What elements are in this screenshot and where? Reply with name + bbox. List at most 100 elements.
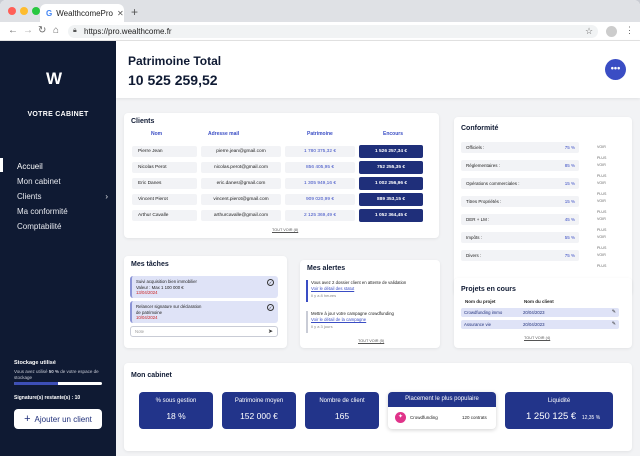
alertes-title: Mes alertes <box>307 265 346 272</box>
alert-item[interactable]: Mettre à jour votre campagne crowdfundin… <box>306 311 434 335</box>
storage-text: Vous avez utilisé 50 % de votre espace d… <box>14 369 106 381</box>
profile-avatar[interactable] <box>606 26 617 37</box>
client-email: pierre.jean@gmail.com <box>201 146 281 157</box>
client-patrimoine: 2 125 369,49 € <box>285 210 355 221</box>
conformite-see-more-link[interactable]: VOIR PLUS <box>597 250 606 272</box>
forward-icon[interactable]: → <box>23 25 33 36</box>
table-row[interactable]: Eric Danes eric.danes@gmail.com 1 305 94… <box>132 177 437 190</box>
task-note-input[interactable]: Note ➤ <box>130 326 278 337</box>
sidebar-item-mon-cabinet[interactable]: Mon cabinet <box>17 174 112 189</box>
column-header-projet: Nom du projet <box>465 299 496 304</box>
table-row[interactable]: Pierre Jean pierre.jean@gmail.com 1 780 … <box>132 145 437 158</box>
send-icon[interactable]: ➤ <box>268 327 273 337</box>
conformite-label: Officiels : <box>461 142 579 153</box>
signatures-value: 10 <box>74 395 81 401</box>
patrimoine-total-label: Patrimoine Total <box>128 54 222 68</box>
conformite-label: Réglementaires : <box>461 160 579 171</box>
signatures-remaining: Signature(s) restante(s) : 10 <box>14 395 80 401</box>
edit-pencil-icon[interactable]: ✎ <box>612 320 616 329</box>
kpi-value: 152 000 € <box>240 411 278 421</box>
liquidite-percent: 12,35 % <box>581 415 601 421</box>
conformite-label: Impôts : <box>461 232 579 243</box>
task-item[interactable]: Suivi acquisition bien immobilier Valeur … <box>130 276 278 298</box>
edit-pencil-icon[interactable]: ✎ <box>612 308 616 317</box>
project-row[interactable]: Crowdfunding immo 20/04/2023 ✎ <box>461 308 619 317</box>
storage-progress-fill <box>14 382 58 385</box>
new-tab-icon[interactable]: + <box>131 5 138 19</box>
client-email: arthurcavalle@gmail.com <box>201 210 281 221</box>
conformite-label: Titres Propriétés : <box>461 196 579 207</box>
minimize-window-icon[interactable] <box>20 7 28 15</box>
projets-title: Projets en cours <box>461 286 516 293</box>
more-options-button[interactable]: ••• <box>605 59 626 80</box>
projets-card: Projets en cours Nom du projet Nom du cl… <box>454 278 632 348</box>
storage-title: Stockage utilisé <box>14 360 56 366</box>
clients-see-all-link[interactable]: TOUT VOIR (8) <box>272 228 298 232</box>
kpi-value: 1 250 125 € 12,35 % <box>505 411 613 422</box>
conformite-percent: 15 % <box>564 199 575 204</box>
liquidite-value: 1 250 125 € <box>526 411 577 422</box>
project-name: Assurance vie <box>464 322 491 327</box>
alertes-see-all-link[interactable]: TOUT VOIR (5) <box>358 339 384 343</box>
alert-item[interactable]: Vous avez 2 dossier client en attente de… <box>306 280 434 304</box>
check-icon[interactable]: ✓ <box>267 304 274 311</box>
alert-time: Il y a 8 heures <box>311 293 337 298</box>
projets-see-all-link[interactable]: TOUT VOIR (4) <box>524 336 550 340</box>
sidebar-item-label: Clients <box>17 192 42 201</box>
browser-titlebar: G WealthcomePro ✕ + <box>0 0 640 22</box>
browser-menu-icon[interactable]: ⋮ <box>625 25 634 36</box>
kpi-patrimoine-moyen: Patrimoine moyen 152 000 € <box>222 392 296 429</box>
clients-title: Clients <box>131 118 155 125</box>
maximize-window-icon[interactable] <box>32 7 40 15</box>
mon-cabinet-card: Mon cabinet % sous gestion 18 % Patrimoi… <box>124 363 632 451</box>
task-date: 13/04/2024 <box>136 290 158 295</box>
client-name: Pierre Jean <box>132 146 197 157</box>
table-row[interactable]: Nicolas Perot nicolas.perot@gmail.com 85… <box>132 161 437 174</box>
browser-window: G WealthcomePro ✕ + ← → ↻ ⌂ 🔒︎ https://p… <box>0 0 640 456</box>
browser-toolbar: ← → ↻ ⌂ 🔒︎ https://pro.wealthcome.fr ☆ ⋮ <box>0 22 640 41</box>
table-row[interactable]: Vincent Pierot vincent.pierot@gmail.com … <box>132 193 437 206</box>
bookmark-star-icon[interactable]: ☆ <box>585 26 593 37</box>
kpi-label: % sous gestion <box>155 398 197 404</box>
alert-link[interactable]: Voir le détail des statut <box>311 286 434 292</box>
add-client-button[interactable]: + Ajouter un client <box>14 409 102 429</box>
reload-icon[interactable]: ↻ <box>38 25 46 36</box>
column-header-patrimoine: Patrimoine <box>307 131 333 137</box>
back-icon[interactable]: ← <box>8 25 18 36</box>
project-row[interactable]: Assurance vie 20/04/2023 ✎ <box>461 320 619 329</box>
conformite-row: Opérations commerciales : 15 % VOIR PLUS <box>461 178 606 196</box>
table-row[interactable]: Arthur Cavalle arthurcavalle@gmail.com 2… <box>132 209 437 222</box>
kpi-label: Patrimoine moyen <box>234 398 284 404</box>
browser-tab[interactable]: G WealthcomePro ✕ <box>40 4 124 22</box>
conformite-percent: 45 % <box>564 217 575 222</box>
sidebar-item-accueil[interactable]: Accueil <box>17 159 112 174</box>
sidebar-item-comptabilite[interactable]: Comptabilité <box>17 219 112 234</box>
task-item[interactable]: Relancer signature sur déclaration de pat… <box>130 301 278 323</box>
tab-title: WealthcomePro <box>56 8 113 18</box>
conformite-label: DER + LM : <box>461 214 579 225</box>
conformite-label: Divers : <box>461 250 579 261</box>
conformite-row: Réglementaires : 85 % VOIR PLUS <box>461 160 606 178</box>
close-window-icon[interactable] <box>8 7 16 15</box>
home-icon[interactable]: ⌂ <box>53 25 59 36</box>
address-bar[interactable]: 🔒︎ https://pro.wealthcome.fr <box>68 25 598 38</box>
kpi-label: Nombre de client <box>319 398 365 404</box>
column-header-client: Nom du client <box>524 299 554 304</box>
address-url: https://pro.wealthcome.fr <box>84 27 172 36</box>
conformite-row: Officiels : 75 % VOIR PLUS <box>461 142 606 160</box>
sidebar-item-clients[interactable]: Clients › <box>17 189 112 204</box>
alert-marker <box>306 280 308 302</box>
check-icon[interactable]: ✓ <box>267 279 274 286</box>
wealthcome-logo[interactable]: W <box>46 69 62 89</box>
sidebar-item-ma-conformite[interactable]: Ma conformité <box>17 204 112 219</box>
taches-title: Mes tâches <box>131 261 169 268</box>
alert-link[interactable]: Voir le détail de la campagne <box>311 317 434 323</box>
project-date: 20/04/2023 <box>523 310 545 315</box>
sidebar-menu: Accueil Mon cabinet Clients › Ma conformi… <box>17 159 112 234</box>
sidebar-item-label: Mon cabinet <box>17 177 61 186</box>
conformite-percent: 15 % <box>564 181 575 186</box>
lock-icon: 🔒︎ <box>73 27 77 34</box>
close-tab-icon[interactable]: ✕ <box>117 9 124 18</box>
chevron-right-icon: › <box>105 192 108 201</box>
conformite-row: DER + LM : 45 % VOIR PLUS <box>461 214 606 232</box>
